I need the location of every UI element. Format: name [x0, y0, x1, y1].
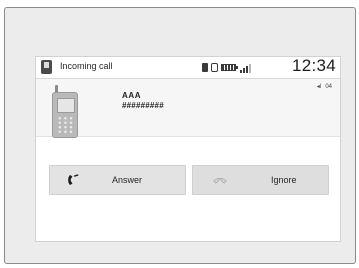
- clock: 12:34: [291, 56, 336, 75]
- volume-level: 04: [325, 84, 332, 90]
- answer-button-label: Answer: [112, 175, 143, 185]
- ignore-button[interactable]: Ignore: [192, 165, 329, 195]
- phone-badge-icon: [41, 60, 52, 74]
- answer-button[interactable]: Answer: [49, 165, 186, 195]
- incoming-call-screen: Incoming call 12:34 AAA ######### ◂ǀ 04 …: [35, 56, 341, 242]
- message-icon: [211, 63, 218, 72]
- caller-info: AAA ######### ◂ǀ 04: [36, 79, 340, 140]
- signal-strength-icon: [240, 63, 254, 73]
- ignore-button-label: Ignore: [271, 175, 297, 185]
- handset-pickup-icon: [68, 174, 79, 185]
- caller-number: #########: [122, 101, 164, 110]
- status-icons: [202, 62, 260, 74]
- handset-hangup-icon: [213, 177, 227, 184]
- screen-title: Incoming call: [60, 61, 113, 71]
- speaker-icon: ◂ǀ: [316, 84, 322, 90]
- display-bezel: Incoming call 12:34 AAA ######### ◂ǀ 04 …: [4, 7, 356, 264]
- status-bar: Incoming call 12:34: [36, 57, 340, 79]
- mobile-phone-icon: [52, 85, 80, 140]
- battery-icon: [221, 64, 238, 71]
- bluetooth-icon: [202, 63, 208, 72]
- caller-name: AAA: [122, 91, 142, 100]
- volume-indicator: ◂ǀ 04: [317, 83, 332, 90]
